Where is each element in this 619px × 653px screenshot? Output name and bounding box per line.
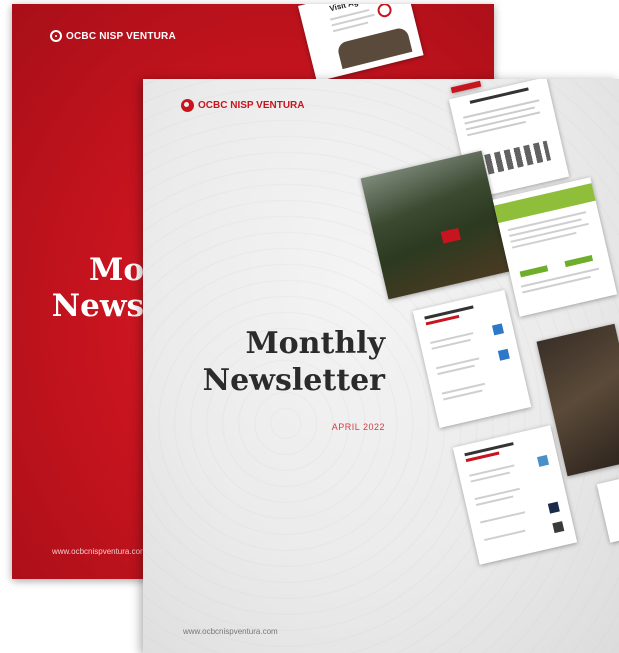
back-inset-page: Visit Agenda — [298, 4, 424, 82]
company-logo-icon — [497, 348, 510, 361]
company-logo-icon — [552, 521, 565, 534]
front-brand-text: OCBC NISP VENTURA — [198, 100, 305, 111]
company-logo-icon — [547, 501, 560, 514]
back-inset-photo — [336, 26, 413, 70]
back-inset-logo-icon — [376, 4, 394, 19]
collage-page-green — [492, 177, 618, 317]
page-heading-bar — [469, 87, 529, 104]
green-box — [564, 254, 594, 268]
text-line — [480, 511, 526, 524]
collage-page-list-2 — [452, 425, 578, 565]
front-brand-logo: OCBC NISP VENTURA — [181, 99, 305, 112]
back-brand-text: OCBC NISP VENTURA — [66, 30, 176, 42]
green-box — [519, 265, 549, 278]
back-title: Mo News — [52, 252, 144, 324]
front-title-line1: Monthly — [245, 326, 385, 361]
front-cover-grey: OCBC NISP VENTURA Monthly Newsletter APR… — [143, 79, 619, 653]
front-url: www.ocbcnispventura.com — [183, 627, 278, 636]
back-url: www.ocbcnispventura.com — [52, 547, 147, 556]
front-title: Monthly Newsletter — [191, 325, 385, 399]
company-logo-icon — [537, 454, 550, 467]
back-brand-logo: OCBC NISP VENTURA — [50, 30, 176, 42]
signboard — [440, 227, 461, 244]
back-title-line2: News — [51, 288, 144, 324]
issue-date: APRIL 2022 — [331, 422, 385, 432]
front-title-line2: Newsletter — [202, 363, 385, 398]
text-line — [484, 529, 526, 542]
back-title-line1: Mo — [89, 252, 144, 288]
brand-logo-icon — [181, 99, 194, 112]
brand-logo-icon — [50, 30, 62, 42]
company-logo-icon — [492, 323, 505, 336]
collage-page-list-1 — [412, 289, 532, 429]
collage-page-small — [596, 475, 619, 543]
ribbon-decoration — [450, 80, 482, 94]
